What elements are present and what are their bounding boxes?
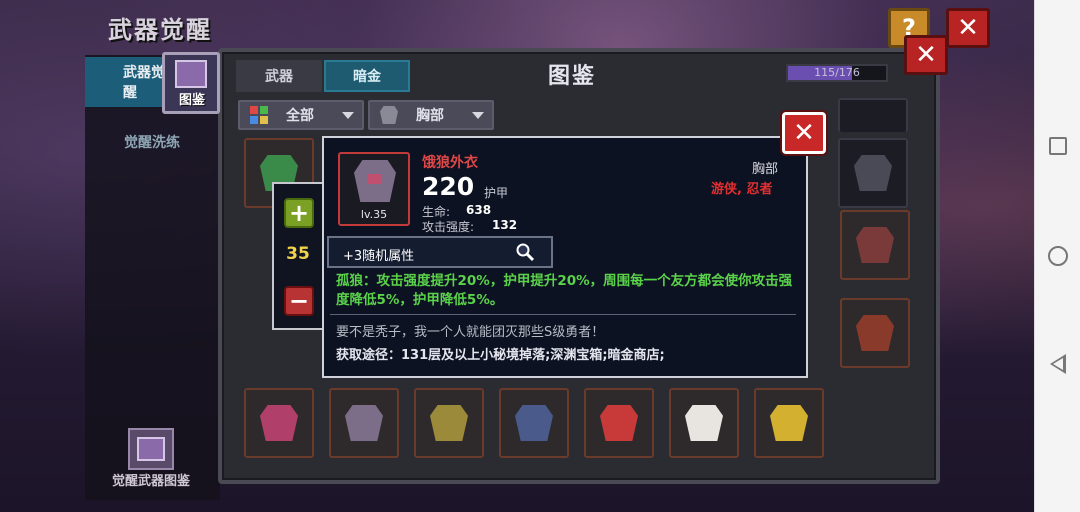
armor-item-icon [345, 405, 383, 441]
sidebar-item-awaken-refine[interactable]: 觉醒洗练 [124, 132, 180, 152]
back-button[interactable] [1047, 353, 1069, 375]
tab-weapon[interactable]: 武器 [236, 60, 322, 92]
decrease-level-button[interactable]: − [284, 286, 314, 316]
grid-cell[interactable] [754, 388, 824, 458]
armor-item-icon [260, 405, 298, 441]
atlas-book-label: 觉醒武器图鉴 [112, 474, 191, 489]
equip-slot-label: 胸部 [752, 162, 779, 177]
atlas-book-icon[interactable] [128, 428, 174, 470]
class-restriction: 游侠, 忍者 [711, 182, 773, 197]
grid-cell[interactable] [840, 210, 910, 280]
item-flavor-text: 要不是秃子，我一个人就能团灭那些S级勇者！ [336, 325, 605, 340]
grid-cell[interactable] [669, 388, 739, 458]
stat-hp-label: 生命: [422, 205, 451, 219]
creature-icon [137, 437, 165, 461]
armor-item-icon [854, 155, 892, 191]
stat-hp-value: 638 [466, 203, 492, 217]
armor-item-icon [600, 405, 638, 441]
circle-icon [1048, 246, 1068, 266]
stat-attack-label: 攻击强度: [422, 220, 475, 234]
grid-cell[interactable] [840, 298, 910, 368]
magnify-icon[interactable] [515, 242, 535, 262]
recents-button[interactable] [1047, 135, 1069, 157]
random-attribute-label: +3随机属性 [343, 249, 415, 264]
atlas-close-button[interactable]: ✕ [904, 35, 948, 75]
grid-cell[interactable] [584, 388, 654, 458]
item-level: lv.35 [360, 208, 388, 221]
category-filter-value: 全部 [286, 108, 314, 124]
grid-cell[interactable] [499, 388, 569, 458]
triangle-back-icon [1050, 354, 1066, 374]
grid-cell[interactable] [838, 98, 908, 132]
atlas-badge: 图鉴 [162, 52, 220, 114]
page-title: 武器觉醒 [108, 16, 212, 44]
stat-attack-value: 132 [492, 218, 518, 232]
home-button[interactable] [1047, 245, 1069, 267]
close-button[interactable]: ✕ [946, 8, 990, 48]
level-value: 35 [286, 244, 310, 264]
grid-category-icon [250, 106, 268, 124]
armor-item-icon [515, 405, 553, 441]
divider [330, 314, 796, 315]
armor-item-icon [856, 227, 894, 263]
chevron-down-icon [472, 112, 484, 119]
atlas-badge-label: 图鉴 [178, 93, 205, 108]
armor-value: 220 [422, 172, 475, 201]
armor-item-icon [770, 405, 808, 441]
armor-item-icon [685, 405, 723, 441]
item-effect-text: 孤狼：攻击强度提升20%，护甲提升20%，周围每一个友方都会使你攻击强度降低5%… [336, 273, 793, 308]
grid-cell[interactable] [329, 388, 399, 458]
atlas-title: 图鉴 [548, 64, 597, 89]
stat-attack: 攻击强度: 132 [422, 218, 517, 235]
armor-label: 护甲 [484, 186, 509, 200]
grid-cell[interactable] [244, 388, 314, 458]
item-name: 饿狼外衣 [422, 155, 478, 171]
item-portrait: lv.35 [338, 152, 410, 226]
chevron-down-icon [342, 112, 354, 119]
tab-dark-gold[interactable]: 暗金 [324, 60, 410, 92]
popup-close-button[interactable]: ✕ [782, 112, 826, 154]
square-icon [1049, 137, 1067, 155]
sidebar-item-weapon-awaken[interactable]: 武器觉醒 [85, 57, 165, 107]
slot-filter-dropdown[interactable]: 胸部 [368, 100, 494, 130]
grid-cell[interactable] [838, 138, 908, 208]
creature-icon [175, 60, 207, 88]
grid-cell[interactable] [414, 388, 484, 458]
collection-progress: 115/176 [786, 64, 888, 82]
increase-level-button[interactable]: + [284, 198, 314, 228]
slot-filter-value: 胸部 [416, 108, 444, 124]
chest-armor-icon [380, 106, 398, 124]
armor-item-icon [856, 315, 894, 351]
progress-text: 115/176 [814, 66, 860, 79]
item-source-text: 获取途径：131层及以上小秘境掉落;深渊宝箱;暗金商店; [336, 348, 665, 363]
level-stepper: + 35 − [272, 182, 324, 330]
android-nav-bar [1034, 0, 1080, 512]
armor-item-icon [430, 405, 468, 441]
category-filter-dropdown[interactable]: 全部 [238, 100, 364, 130]
wolf-coat-icon [354, 160, 396, 202]
random-attribute-box[interactable]: +3随机属性 [327, 236, 553, 268]
